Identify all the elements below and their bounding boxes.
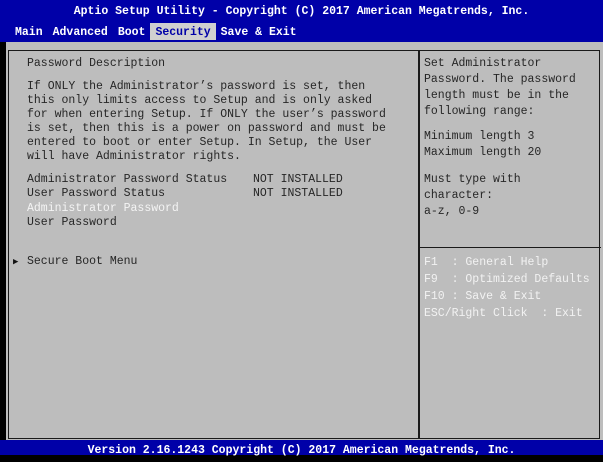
help-line: following range: [424,105,535,118]
help-line: length must be in the [424,89,569,102]
settings-panel: Password Description If ONLY the Adminis… [9,50,419,439]
description-line: will have Administrator rights. [27,150,241,163]
section-title: Password Description [27,57,166,70]
key-help-f1: F1 : General Help [424,256,549,269]
description-line: this only limits access to Setup and is … [27,94,373,107]
help-line: a-z, 0-9 [424,205,480,218]
admin-password-status-value: NOT INSTALLED [253,173,343,186]
help-divider [420,247,601,248]
user-password-status-label: User Password Status [27,187,166,200]
help-line: Maximum length 20 [424,146,542,159]
help-line: Password. The password [424,73,576,86]
header-bar: Aptio Setup Utility - Copyright (C) 2017… [0,0,603,42]
help-line: Set Administrator [424,57,542,70]
help-line: character: [424,189,494,202]
version-footer: Version 2.16.1243 Copyright (C) 2017 Ame… [0,440,603,457]
app-title: Aptio Setup Utility - Copyright (C) 2017… [73,5,530,18]
help-panel: Set Administrator Password. The password… [420,50,601,439]
help-line: Minimum length 3 [424,130,535,143]
key-help-f10: F10 : Save & Exit [424,290,542,303]
key-help-f9: F9 : Optimized Defaults [424,273,590,286]
tab-security[interactable]: Security [150,23,216,40]
tab-advanced[interactable]: Advanced [48,23,113,40]
user-password-status-value: NOT INSTALLED [253,187,343,200]
administrator-password-item[interactable]: Administrator Password [27,202,179,216]
user-password-item[interactable]: User Password [27,216,117,230]
description-line: entered to boot or enter Setup. In Setup… [27,136,373,149]
description-line: is set, then this is a power on password… [27,122,386,135]
menu-bar: Main Advanced Boot Security Save & Exit [10,22,302,40]
tab-main[interactable]: Main [10,23,48,40]
admin-password-status-label: Administrator Password Status [27,173,228,186]
tab-boot[interactable]: Boot [113,23,151,40]
help-line: Must type with [424,173,521,186]
tab-save-exit[interactable]: Save & Exit [216,23,302,40]
description-line: for when entering Setup. If ONLY the use… [27,108,386,121]
secure-boot-menu-item[interactable]: Secure Boot Menu [27,255,137,269]
submenu-arrow-icon: ▶ [13,257,19,267]
content-frame: Password Description If ONLY the Adminis… [6,42,603,440]
key-help-esc: ESC/Right Click : Exit [424,307,583,320]
description-line: If ONLY the Administrator’s password is … [27,80,366,93]
